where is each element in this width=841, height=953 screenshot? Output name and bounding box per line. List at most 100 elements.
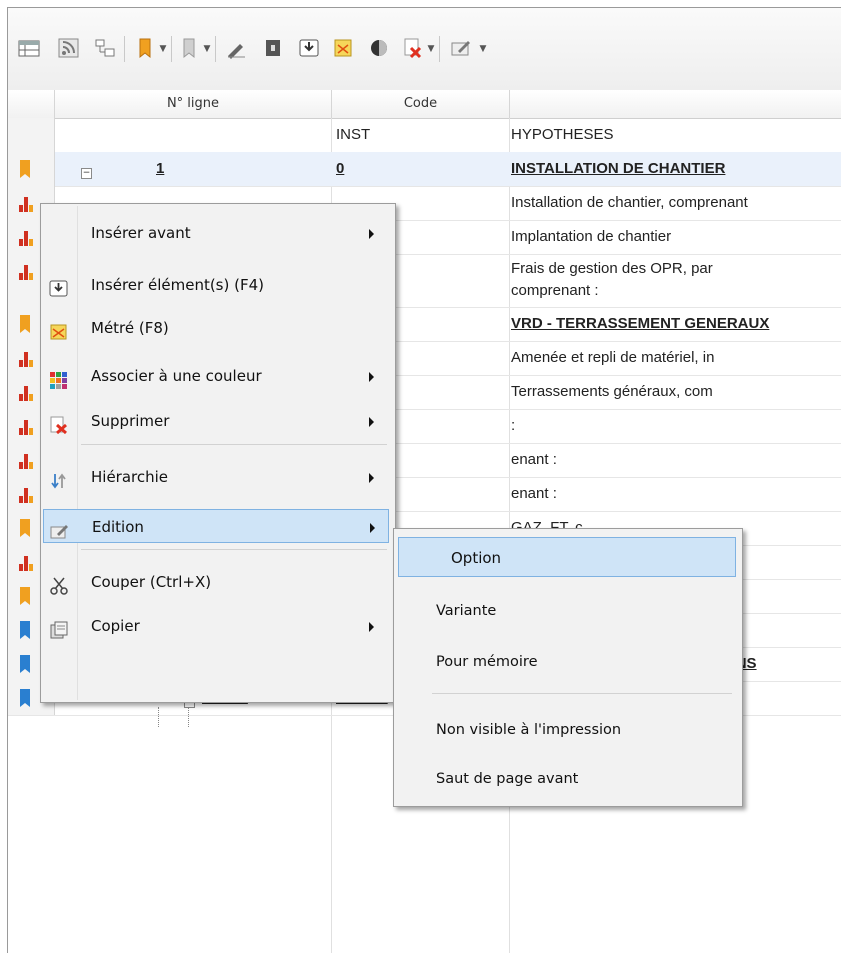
palette-icon [49,367,69,389]
menu-item-couper[interactable]: Couper (Ctrl+X) [43,565,389,599]
bar-chart-icon [19,231,33,246]
bar-chart-icon [19,197,33,212]
menu-item-metre[interactable]: Métré (F8) [43,311,389,345]
bar-chart-icon [19,265,33,280]
row-type-icon[interactable] [8,152,55,186]
submenu-arrow-icon [369,229,374,239]
cell-libelle[interactable]: enant : [511,443,841,477]
metre-icon[interactable] [330,36,356,60]
bar-chart-icon [19,386,33,401]
edition-submenu: Option Variante Pour mémoire Non visible à … [393,528,743,807]
delete-icon [49,412,69,435]
submenu-item-variante[interactable]: Variante [398,594,736,628]
cell-libelle[interactable]: HYPOTHESES [511,118,841,152]
chevron-down-icon[interactable]: ▼ [478,40,488,58]
cell-libelle[interactable]: Implantation de chantier [511,220,841,254]
menu-item-edition[interactable]: Edition [43,509,389,543]
chevron-down-icon[interactable]: ▼ [426,40,436,58]
dark-square-icon[interactable] [260,36,286,60]
circle-icon[interactable] [366,36,392,60]
metre-icon [49,319,69,340]
expand-toggle[interactable]: − [81,168,92,179]
cell-libelle[interactable]: VRD - TERRASSEMENT GENERAUX [511,307,841,341]
cell-libelle[interactable]: Amenée et repli de matériel, in [511,341,841,375]
menu-item-label: Hiérarchie [91,468,169,486]
chevron-down-icon[interactable]: ▼ [158,40,168,58]
submenu-item-label: Variante [436,603,497,619]
menu-item-copier[interactable]: Copier [43,609,389,643]
rss-icon[interactable] [56,36,82,60]
submenu-arrow-icon [369,473,374,483]
cell-num[interactable] [128,118,318,152]
menu-item-associer-couleur[interactable]: Associer à une couleur [43,359,389,393]
edit-icon[interactable] [448,36,474,60]
row-selector-header [8,90,55,118]
menu-separator [432,693,732,694]
submenu-arrow-icon [369,622,374,632]
context-menu: Insérer avant Insérer élément(s) (F4) Métr… [40,203,396,703]
cell-code[interactable]: INST [336,118,506,152]
bookmark-icon [20,621,30,639]
cell-libelle[interactable]: Installation de chantier, comprenant [511,186,841,220]
bar-chart-icon [19,352,33,367]
hierarchy-arrows-icon [49,468,69,489]
menu-item-label: Supprimer [91,412,170,430]
grid-icon[interactable] [16,36,42,60]
tree-icon[interactable] [92,36,118,60]
menu-item-label: Couper (Ctrl+X) [91,573,212,591]
delete-icon[interactable] [400,36,426,60]
submenu-item-pour-memoire[interactable]: Pour mémoire [398,645,736,679]
submenu-arrow-icon [370,523,375,533]
pencil-icon[interactable] [223,36,249,60]
bookmark-icon [20,587,30,605]
bookmark-icon [20,655,30,673]
submenu-item-option[interactable]: Option [398,537,736,577]
cell-libelle[interactable]: : [511,409,841,443]
menu-item-inserer-avant[interactable]: Insérer avant [43,216,389,250]
insert-icon [49,276,69,297]
column-header-num[interactable]: N° ligne [55,90,332,118]
cell-libelle[interactable]: INSTALLATION DE CHANTIER [511,152,841,186]
bar-chart-icon [19,420,33,435]
submenu-arrow-icon [369,417,374,427]
submenu-item-saut-de-page-avant[interactable]: Saut de page avant [398,762,736,796]
chevron-down-icon[interactable]: ▼ [202,40,212,58]
menu-item-inserer-elements[interactable]: Insérer élément(s) (F4) [43,268,389,302]
submenu-item-label: Saut de page avant [436,771,579,787]
table-row[interactable]: INST HYPOTHESES [8,118,841,153]
bookmark-icon [20,689,30,707]
cell-libelle-line2: comprenant : [511,282,599,299]
menu-item-label: Insérer élément(s) (F4) [91,276,264,294]
submenu-arrow-icon [369,372,374,382]
submenu-item-label: Non visible à l'impression [436,722,622,738]
menu-item-label: Edition [92,518,144,536]
menu-item-hierarchie[interactable]: Hiérarchie [43,460,389,494]
row-selector[interactable] [8,118,55,152]
menu-item-label: Associer à une couleur [91,367,262,385]
cell-num[interactable]: 1 [156,152,346,186]
bookmark-icon [20,160,30,178]
submenu-item-non-visible-impression[interactable]: Non visible à l'impression [398,713,736,747]
menu-item-label: Insérer avant [91,224,191,242]
insert-icon[interactable] [296,36,322,60]
submenu-item-label: Option [451,549,502,567]
column-header-libelle[interactable] [510,90,841,118]
table-row[interactable]: 1 0 INSTALLATION DE CHANTIER [8,152,841,187]
cell-libelle[interactable]: enant : [511,477,841,511]
copy-icon [49,617,69,639]
menu-item-label: Copier [91,617,140,635]
scissors-icon [49,573,69,595]
cell-code[interactable]: 0 [336,152,506,186]
edit-icon [50,518,70,539]
bookmark-icon[interactable] [132,36,158,60]
bookmark-gray-icon[interactable] [176,36,202,60]
bar-chart-icon [19,488,33,503]
submenu-item-label: Pour mémoire [436,654,538,670]
toolbar: ▼ ▼ ▼ ▼ [8,8,841,91]
column-header-code[interactable]: Code [332,90,510,118]
cell-libelle[interactable]: Terrassements généraux, com [511,375,841,409]
menu-item-supprimer[interactable]: Supprimer [43,404,389,438]
app-window: ▼ ▼ ▼ ▼ N° ligne Code INST HYPOTHESES 1 … [7,7,841,953]
bar-chart-icon [19,556,33,571]
bookmark-icon [20,519,30,537]
